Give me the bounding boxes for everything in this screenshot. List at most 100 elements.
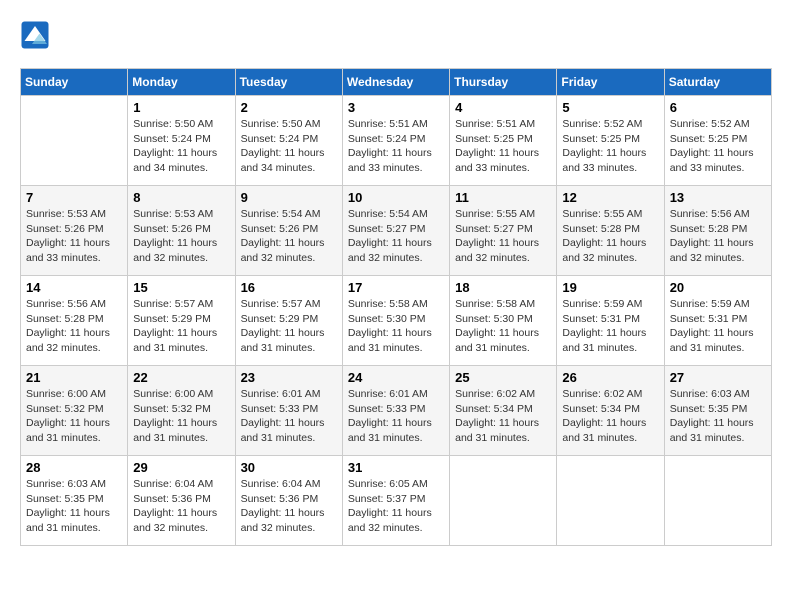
calendar-cell — [557, 456, 664, 546]
day-number: 16 — [241, 280, 337, 295]
day-number: 21 — [26, 370, 122, 385]
calendar-cell: 23 Sunrise: 6:01 AMSunset: 5:33 PMDayligh… — [235, 366, 342, 456]
calendar-cell: 31 Sunrise: 6:05 AMSunset: 5:37 PMDayligh… — [342, 456, 449, 546]
calendar-cell: 15 Sunrise: 5:57 AMSunset: 5:29 PMDayligh… — [128, 276, 235, 366]
calendar-cell: 17 Sunrise: 5:58 AMSunset: 5:30 PMDayligh… — [342, 276, 449, 366]
page-header — [20, 20, 772, 58]
calendar-cell: 30Sunrise: 6:04 AMSunset: 5:36 PMDayligh… — [235, 456, 342, 546]
day-info: Sunrise: 5:57 AMSunset: 5:29 PMDaylight:… — [241, 297, 337, 356]
day-info: Sunrise: 5:52 AMSunset: 5:25 PMDaylight:… — [670, 117, 766, 176]
weekday-header-wednesday: Wednesday — [342, 69, 449, 96]
day-number: 6 — [670, 100, 766, 115]
weekday-header-saturday: Saturday — [664, 69, 771, 96]
day-info: Sunrise: 6:00 AMSunset: 5:32 PMDaylight:… — [26, 387, 122, 446]
calendar-cell: 18 Sunrise: 5:58 AMSunset: 5:30 PMDayligh… — [450, 276, 557, 366]
day-number: 28 — [26, 460, 122, 475]
calendar-cell: 27 Sunrise: 6:03 AMSunset: 5:35 PMDayligh… — [664, 366, 771, 456]
calendar-cell: 8Sunrise: 5:53 AMSunset: 5:26 PMDaylight… — [128, 186, 235, 276]
calendar-cell: 19 Sunrise: 5:59 AMSunset: 5:31 PMDayligh… — [557, 276, 664, 366]
calendar-week-4: 21 Sunrise: 6:00 AMSunset: 5:32 PMDayligh… — [21, 366, 772, 456]
calendar-header: SundayMondayTuesdayWednesdayThursdayFrid… — [21, 69, 772, 96]
calendar-cell: 10 Sunrise: 5:54 AMSunset: 5:27 PMDayligh… — [342, 186, 449, 276]
calendar-week-5: 28 Sunrise: 6:03 AMSunset: 5:35 PMDayligh… — [21, 456, 772, 546]
calendar-cell: 25Sunrise: 6:02 AMSunset: 5:34 PMDayligh… — [450, 366, 557, 456]
day-info: Sunrise: 6:01 AMSunset: 5:33 PMDaylight:… — [348, 387, 444, 446]
calendar-cell: 26Sunrise: 6:02 AMSunset: 5:34 PMDayligh… — [557, 366, 664, 456]
calendar-cell: 11 Sunrise: 5:55 AMSunset: 5:27 PMDayligh… — [450, 186, 557, 276]
weekday-header-row: SundayMondayTuesdayWednesdayThursdayFrid… — [21, 69, 772, 96]
calendar-table: SundayMondayTuesdayWednesdayThursdayFrid… — [20, 68, 772, 546]
calendar-cell: 29 Sunrise: 6:04 AMSunset: 5:36 PMDayligh… — [128, 456, 235, 546]
day-number: 8 — [133, 190, 229, 205]
day-number: 5 — [562, 100, 658, 115]
day-info: Sunrise: 6:04 AMSunset: 5:36 PMDaylight:… — [133, 477, 229, 536]
calendar-cell: 3 Sunrise: 5:51 AMSunset: 5:24 PMDaylight… — [342, 96, 449, 186]
day-info: Sunrise: 5:58 AMSunset: 5:30 PMDaylight:… — [348, 297, 444, 356]
day-info: Sunrise: 5:50 AMSunset: 5:24 PMDaylight:… — [133, 117, 229, 176]
calendar-cell: 22Sunrise: 6:00 AMSunset: 5:32 PMDayligh… — [128, 366, 235, 456]
day-number: 18 — [455, 280, 551, 295]
calendar-cell: 1 Sunrise: 5:50 AMSunset: 5:24 PMDaylight… — [128, 96, 235, 186]
day-number: 25 — [455, 370, 551, 385]
day-info: Sunrise: 5:56 AMSunset: 5:28 PMDaylight:… — [26, 297, 122, 356]
calendar-cell: 13Sunrise: 5:56 AMSunset: 5:28 PMDayligh… — [664, 186, 771, 276]
calendar-cell: 5 Sunrise: 5:52 AMSunset: 5:25 PMDaylight… — [557, 96, 664, 186]
weekday-header-thursday: Thursday — [450, 69, 557, 96]
calendar-week-2: 7 Sunrise: 5:53 AMSunset: 5:26 PMDaylight… — [21, 186, 772, 276]
day-number: 14 — [26, 280, 122, 295]
day-number: 2 — [241, 100, 337, 115]
weekday-header-tuesday: Tuesday — [235, 69, 342, 96]
day-number: 20 — [670, 280, 766, 295]
day-info: Sunrise: 5:54 AMSunset: 5:26 PMDaylight:… — [241, 207, 337, 266]
day-number: 19 — [562, 280, 658, 295]
day-number: 17 — [348, 280, 444, 295]
calendar-cell: 14 Sunrise: 5:56 AMSunset: 5:28 PMDayligh… — [21, 276, 128, 366]
calendar-week-3: 14 Sunrise: 5:56 AMSunset: 5:28 PMDayligh… — [21, 276, 772, 366]
calendar-cell: 4Sunrise: 5:51 AMSunset: 5:25 PMDaylight… — [450, 96, 557, 186]
calendar-cell: 6 Sunrise: 5:52 AMSunset: 5:25 PMDaylight… — [664, 96, 771, 186]
day-number: 9 — [241, 190, 337, 205]
day-number: 1 — [133, 100, 229, 115]
calendar-cell: 28 Sunrise: 6:03 AMSunset: 5:35 PMDayligh… — [21, 456, 128, 546]
day-number: 3 — [348, 100, 444, 115]
day-info: Sunrise: 5:57 AMSunset: 5:29 PMDaylight:… — [133, 297, 229, 356]
day-info: Sunrise: 5:52 AMSunset: 5:25 PMDaylight:… — [562, 117, 658, 176]
calendar-cell: 24Sunrise: 6:01 AMSunset: 5:33 PMDayligh… — [342, 366, 449, 456]
weekday-header-monday: Monday — [128, 69, 235, 96]
day-number: 23 — [241, 370, 337, 385]
day-info: Sunrise: 5:59 AMSunset: 5:31 PMDaylight:… — [562, 297, 658, 356]
day-number: 15 — [133, 280, 229, 295]
day-info: Sunrise: 5:58 AMSunset: 5:30 PMDaylight:… — [455, 297, 551, 356]
day-number: 29 — [133, 460, 229, 475]
logo-icon — [20, 20, 50, 50]
day-number: 31 — [348, 460, 444, 475]
day-number: 4 — [455, 100, 551, 115]
calendar-cell: 9 Sunrise: 5:54 AMSunset: 5:26 PMDaylight… — [235, 186, 342, 276]
day-info: Sunrise: 5:53 AMSunset: 5:26 PMDaylight:… — [26, 207, 122, 266]
day-info: Sunrise: 6:01 AMSunset: 5:33 PMDaylight:… — [241, 387, 337, 446]
calendar-week-1: 1 Sunrise: 5:50 AMSunset: 5:24 PMDaylight… — [21, 96, 772, 186]
day-info: Sunrise: 5:54 AMSunset: 5:27 PMDaylight:… — [348, 207, 444, 266]
calendar-cell: 2 Sunrise: 5:50 AMSunset: 5:24 PMDaylight… — [235, 96, 342, 186]
day-number: 27 — [670, 370, 766, 385]
calendar-cell: 7 Sunrise: 5:53 AMSunset: 5:26 PMDaylight… — [21, 186, 128, 276]
day-number: 30 — [241, 460, 337, 475]
day-number: 7 — [26, 190, 122, 205]
day-number: 11 — [455, 190, 551, 205]
weekday-header-sunday: Sunday — [21, 69, 128, 96]
day-info: Sunrise: 6:03 AMSunset: 5:35 PMDaylight:… — [26, 477, 122, 536]
day-number: 10 — [348, 190, 444, 205]
calendar-cell — [664, 456, 771, 546]
day-info: Sunrise: 6:05 AMSunset: 5:37 PMDaylight:… — [348, 477, 444, 536]
day-number: 26 — [562, 370, 658, 385]
day-info: Sunrise: 5:51 AMSunset: 5:24 PMDaylight:… — [348, 117, 444, 176]
day-info: Sunrise: 5:59 AMSunset: 5:31 PMDaylight:… — [670, 297, 766, 356]
calendar-cell: 16 Sunrise: 5:57 AMSunset: 5:29 PMDayligh… — [235, 276, 342, 366]
day-info: Sunrise: 6:03 AMSunset: 5:35 PMDaylight:… — [670, 387, 766, 446]
day-info: Sunrise: 5:55 AMSunset: 5:27 PMDaylight:… — [455, 207, 551, 266]
calendar-cell: 12Sunrise: 5:55 AMSunset: 5:28 PMDayligh… — [557, 186, 664, 276]
day-info: Sunrise: 5:50 AMSunset: 5:24 PMDaylight:… — [241, 117, 337, 176]
logo — [20, 20, 772, 50]
day-number: 13 — [670, 190, 766, 205]
calendar-cell — [21, 96, 128, 186]
